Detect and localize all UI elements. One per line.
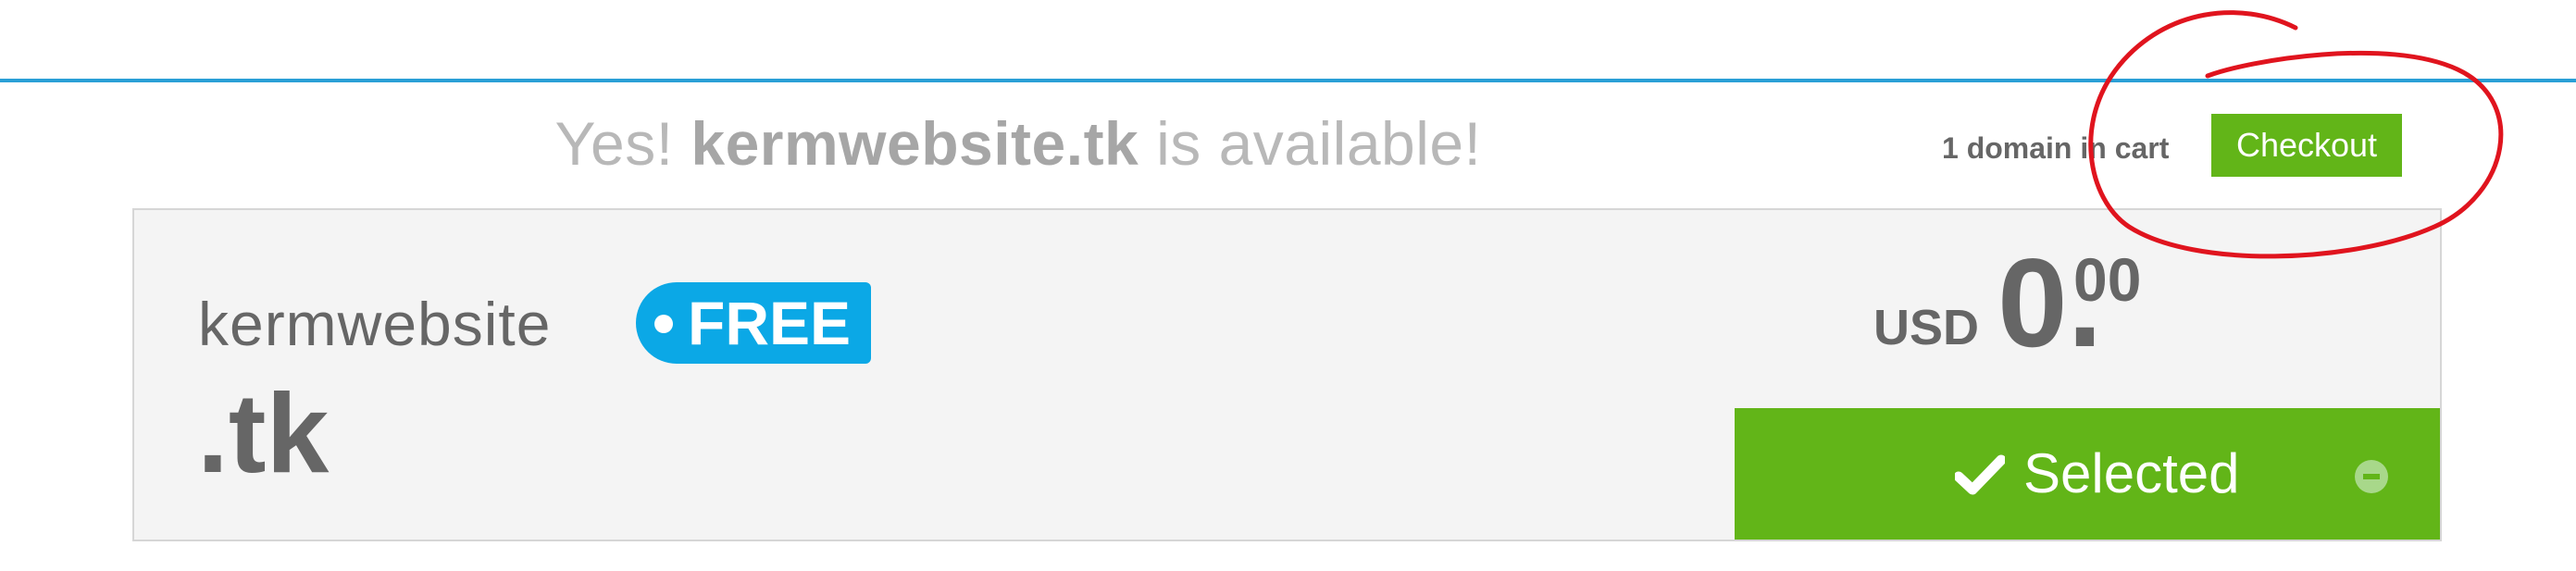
- dot-icon: [654, 315, 673, 333]
- price-panel: USD 0. 00: [1735, 210, 2440, 408]
- free-badge: FREE: [636, 282, 872, 364]
- domain-name-panel: kermwebsite FREE .tk: [134, 210, 1736, 540]
- domain-tld: .tk: [197, 370, 330, 496]
- price-cents: 00: [2073, 245, 2142, 314]
- check-icon: [1955, 454, 2005, 495]
- available-domain: kermwebsite.tk: [691, 109, 1139, 178]
- header-divider: [0, 79, 2576, 82]
- availability-prefix: Yes!: [554, 109, 691, 178]
- availability-message: Yes! kermwebsite.tk is available!: [0, 108, 2036, 179]
- availability-suffix: is available!: [1139, 109, 1482, 178]
- price-currency: USD: [1873, 300, 1980, 355]
- checkout-button[interactable]: Checkout: [2211, 114, 2402, 177]
- minus-circle-icon[interactable]: [2355, 460, 2388, 493]
- cart-count: 1 domain in cart: [1942, 131, 2170, 165]
- selected-label: Selected: [2023, 442, 2240, 504]
- free-badge-label: FREE: [688, 289, 852, 357]
- domain-sld: kermwebsite: [198, 290, 552, 358]
- domain-result-card: kermwebsite FREE .tk USD 0. 00 Selected: [132, 208, 2442, 541]
- selected-toggle-button[interactable]: Selected: [1735, 408, 2440, 540]
